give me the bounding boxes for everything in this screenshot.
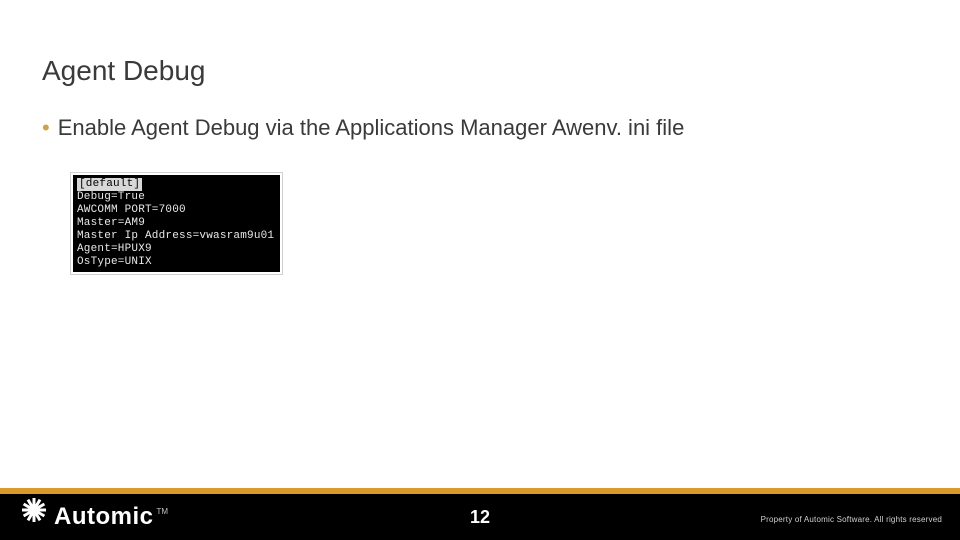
bullet-item: • Enable Agent Debug via the Applications… <box>42 115 684 141</box>
terminal-screenshot: [default] Debug=True AWCOMM PORT=7000 Ma… <box>70 172 283 275</box>
bullet-dot-icon: • <box>42 115 50 140</box>
brand-logo: Automic TM <box>20 496 168 531</box>
footer-bar: Automic TM 12 Property of Automic Softwa… <box>0 494 960 540</box>
terminal-line: AWCOMM PORT=7000 <box>77 204 186 216</box>
copyright-text: Property of Automic Software. All rights… <box>761 515 942 524</box>
terminal-line: Master=AM9 <box>77 217 145 229</box>
logo-text: Automic <box>54 503 154 531</box>
terminal-line: Master Ip Address=vwasram9u01 <box>77 230 274 242</box>
terminal-line: Debug=True <box>77 191 145 203</box>
terminal-line: Agent=HPUX9 <box>77 243 152 255</box>
page-number: 12 <box>470 507 490 528</box>
terminal-content: [default] Debug=True AWCOMM PORT=7000 Ma… <box>73 175 280 272</box>
burst-icon <box>20 496 48 524</box>
slide-title: Agent Debug <box>42 55 205 87</box>
slide: Agent Debug • Enable Agent Debug via the … <box>0 0 960 540</box>
terminal-header: [default] <box>77 178 142 191</box>
terminal-line: OsType=UNIX <box>77 256 152 268</box>
bullet-text: Enable Agent Debug via the Applications … <box>58 115 685 140</box>
trademark-symbol: TM <box>157 507 169 516</box>
